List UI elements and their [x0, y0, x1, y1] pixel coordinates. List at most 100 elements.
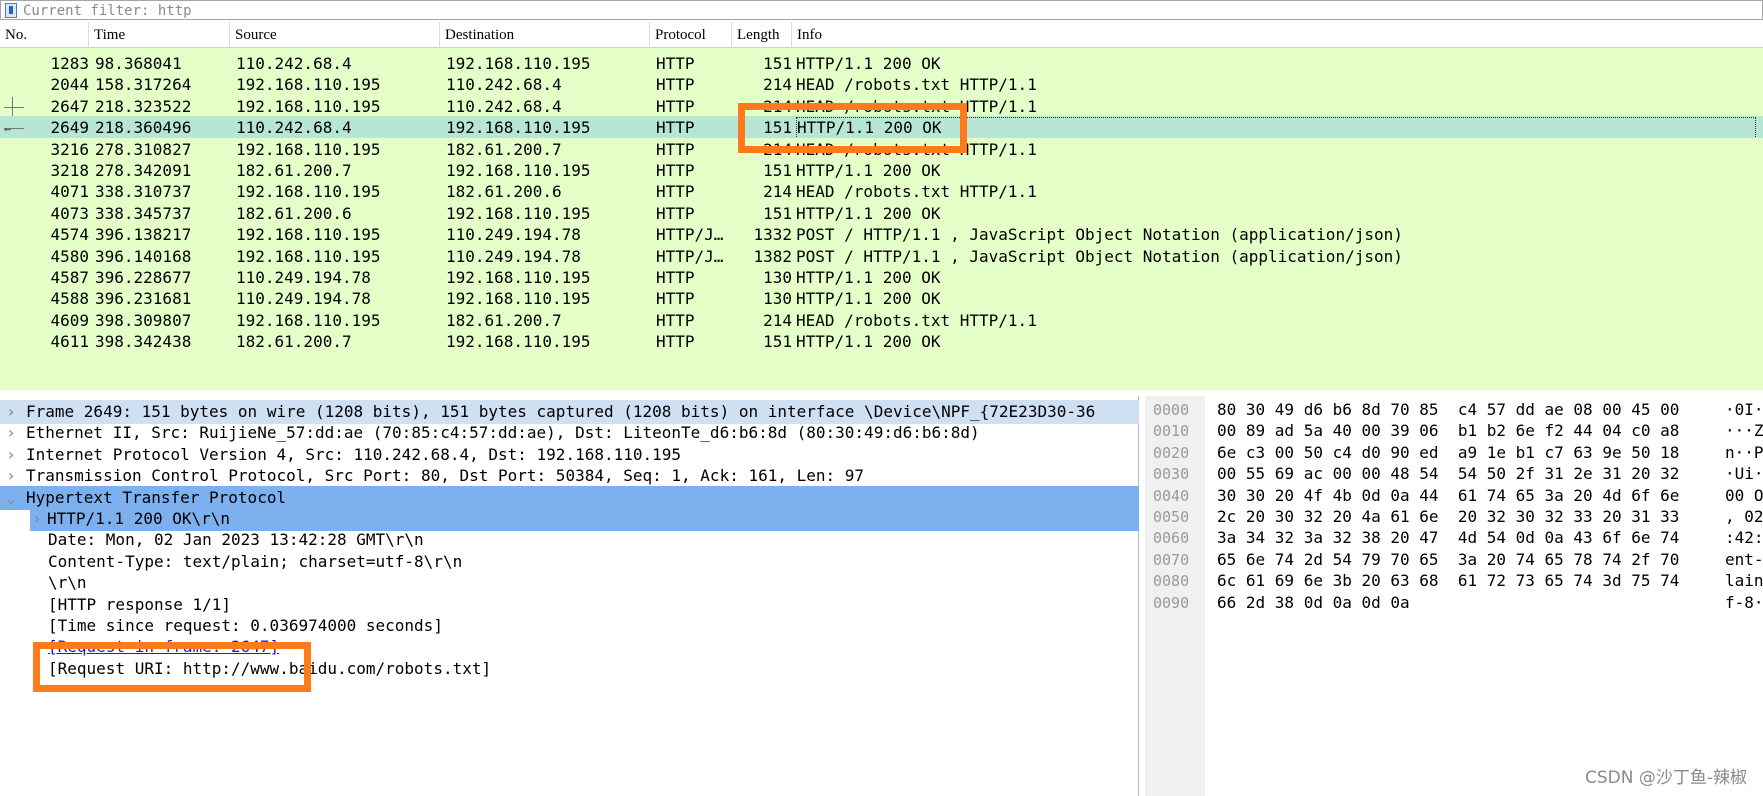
packet-row[interactable]: 4071 338.310737 192.168.110.195 182.61.200.… — [0, 180, 1763, 205]
bookmark-icon[interactable] — [5, 3, 17, 18]
detail-tree-item[interactable]: Content-Type: text/plain; charset=utf-8\… — [0, 550, 1139, 574]
packet-list-header: No. Time Source Destination Protocol Len… — [0, 22, 1763, 48]
hex-offset: 0080 — [1153, 572, 1190, 591]
cell-info: POST / HTTP/1.1 , JavaScript Object Nota… — [796, 225, 1403, 245]
hex-offset: 0000 — [1153, 401, 1190, 419]
expand-arrow-down-icon[interactable]: ⌄ — [4, 486, 18, 510]
hex-ascii: lain — [1725, 571, 1763, 591]
packet-row[interactable]: 4588 396.231681 110.249.194.78 192.168.110.… — [0, 287, 1763, 312]
expand-arrow-right-icon[interactable]: › — [4, 464, 18, 488]
hex-ascii: , 02 — [1725, 507, 1763, 526]
cell-destination: 192.168.110.195 — [446, 289, 591, 309]
expand-arrow-right-icon[interactable]: › — [4, 400, 18, 424]
cell-info: HEAD /robots.txt HTTP/1.1 — [796, 75, 1037, 95]
cell-destination: 110.249.194.78 — [446, 225, 581, 245]
packet-row[interactable]: 4574 396.138217 192.168.110.195 110.249.194… — [0, 223, 1763, 248]
hex-row[interactable]: 0000 80 30 49 d6 b6 8d 70 85 c4 57 dd ae … — [1145, 399, 1763, 421]
display-filter-bar[interactable] — [0, 0, 1763, 20]
hex-offset: 0020 — [1153, 443, 1190, 462]
detail-tree-item[interactable]: › Ethernet II, Src: RuijieNe_57:dd:ae (70… — [0, 421, 1139, 445]
hex-row[interactable]: 0060 3a 34 32 3a 32 38 20 47 4d 54 0d 0a … — [1145, 527, 1763, 549]
cell-time: 278.310827 — [95, 139, 192, 159]
hex-row[interactable]: 0090 66 2d 38 0d 0a 0d 0a f-8· — [1145, 592, 1763, 614]
hex-bytes: 00 55 69 ac 00 00 48 54 54 50 2f 31 2e 3… — [1217, 464, 1680, 484]
packet-row[interactable]: 4580 396.140168 192.168.110.195 110.249.194… — [0, 244, 1763, 269]
column-header-info[interactable]: Info — [792, 22, 1763, 48]
cell-destination: 192.168.110.195 — [446, 268, 591, 287]
detail-tree-item[interactable]: [HTTP response 1/1] — [0, 593, 1139, 617]
hex-row[interactable]: 0070 65 6e 74 2d 54 79 70 65 3a 20 74 65 … — [1145, 549, 1763, 571]
detail-text: Transmission Control Protocol, Src Port:… — [26, 466, 865, 486]
detail-text: Frame 2649: 151 bytes on wire (1208 bits… — [26, 402, 1096, 421]
detail-tree-item[interactable]: › HTTP/1.1 200 OK\r\n — [30, 507, 1139, 531]
column-header-length[interactable]: Length — [732, 22, 792, 48]
expand-arrow-right-icon[interactable]: › — [4, 421, 18, 445]
detail-text: Internet Protocol Version 4, Src: 110.24… — [26, 444, 682, 464]
detail-tree-item[interactable]: [Time since request: 0.036974000 seconds… — [0, 614, 1139, 638]
detail-tree-item[interactable]: › Internet Protocol Version 4, Src: 110.2… — [0, 443, 1139, 467]
cell-destination: 192.168.110.195 — [446, 118, 591, 138]
cell-info: HEAD /robots.txt HTTP/1.1 — [796, 310, 1037, 330]
cell-time: 396.228677 — [95, 268, 192, 287]
packet-row[interactable]: 4611 398.342438 182.61.200.7 192.168.110.19… — [0, 330, 1763, 355]
hex-ascii: n··P — [1725, 442, 1763, 462]
hex-offset: 0030 — [1153, 465, 1190, 484]
hex-row[interactable]: 0030 00 55 69 ac 00 00 48 54 54 50 2f 31 … — [1145, 463, 1763, 485]
hex-row[interactable]: 0010 00 89 ad 5a 40 00 39 06 b1 b2 6e f2 … — [1145, 420, 1763, 442]
packet-row[interactable]: 1283 98.368041 110.242.68.4 192.168.110.195… — [0, 52, 1763, 76]
hex-bytes: 30 30 20 4f 4b 0d 0a 44 61 74 65 3a 20 4… — [1217, 485, 1680, 505]
hex-bytes: 65 6e 74 2d 54 79 70 65 3a 20 74 65 78 7… — [1217, 549, 1680, 569]
related-response-marker-icon: ← — [2, 116, 24, 140]
detail-tree-item[interactable]: › Transmission Control Protocol, Src Port… — [0, 464, 1139, 488]
cell-protocol: HTTP — [656, 161, 695, 180]
cell-no: 4587 — [50, 268, 89, 287]
column-header-no[interactable]: No. — [0, 22, 89, 48]
column-header-source[interactable]: Source — [230, 22, 440, 48]
cell-time: 158.317264 — [95, 75, 192, 95]
cell-time: 338.345737 — [95, 203, 192, 223]
display-filter-input[interactable] — [23, 2, 1723, 19]
hex-row[interactable]: 0080 6c 61 69 6e 3b 20 63 68 61 72 73 65 … — [1145, 570, 1763, 592]
detail-text: [Time since request: 0.036974000 seconds… — [48, 616, 443, 635]
detail-text: Hypertext Transfer Protocol — [26, 487, 287, 507]
hex-bytes: 3a 34 32 3a 32 38 20 47 4d 54 0d 0a 43 6… — [1217, 528, 1680, 548]
cell-protocol: HTTP/J… — [656, 225, 724, 245]
cell-no: 2044 — [50, 75, 89, 95]
cell-time: 396.138217 — [95, 225, 192, 245]
packet-row[interactable]: 4073 338.345737 182.61.200.6 192.168.110.19… — [0, 201, 1763, 226]
hex-ascii: f-8· — [1725, 592, 1763, 612]
detail-tree-item[interactable]: ⌄ Hypertext Transfer Protocol — [0, 485, 1139, 510]
hex-row[interactable]: 0040 30 30 20 4f 4b 0d 0a 44 61 74 65 3a … — [1145, 485, 1763, 507]
hex-ascii: :42: — [1725, 528, 1763, 548]
expand-arrow-right-icon[interactable]: › — [30, 507, 44, 531]
cell-protocol: HTTP — [656, 54, 695, 73]
detail-tree-item[interactable]: \r\n — [0, 571, 1139, 595]
hex-row[interactable]: 0050 2c 20 30 32 20 4a 61 6e 20 32 30 32 … — [1145, 506, 1763, 528]
cell-length: 214 — [763, 310, 792, 330]
cell-info: HTTP/1.1 200 OK — [796, 332, 941, 352]
packet-row[interactable]: 4609 398.309807 192.168.110.195 182.61.200.… — [0, 308, 1763, 333]
detail-tree-item[interactable]: › Frame 2649: 151 bytes on wire (1208 bit… — [0, 400, 1139, 424]
hex-bytes: 80 30 49 d6 b6 8d 70 85 c4 57 dd ae 08 0… — [1217, 400, 1680, 419]
cell-info: HTTP/1.1 200 OK — [796, 161, 941, 180]
cell-source: 192.168.110.195 — [236, 96, 381, 116]
packet-row[interactable]: 4587 396.228677 110.249.194.78 192.168.110.… — [0, 266, 1763, 290]
column-header-time[interactable]: Time — [89, 22, 230, 48]
expand-arrow-right-icon[interactable]: › — [4, 443, 18, 467]
annotation-box-length-info — [738, 103, 967, 153]
cell-protocol: HTTP — [656, 289, 695, 309]
hex-bytes: 66 2d 38 0d 0a 0d 0a — [1217, 592, 1410, 612]
cell-source: 110.249.194.78 — [236, 289, 371, 309]
cell-length: 1332 — [753, 225, 792, 245]
detail-tree-item[interactable]: Date: Mon, 02 Jan 2023 13:42:28 GMT\r\n — [0, 528, 1139, 552]
hex-row[interactable]: 0020 6e c3 00 50 c4 d0 90 ed a9 1e b1 c7 … — [1145, 442, 1763, 464]
cell-destination: 192.168.110.195 — [446, 161, 591, 180]
cell-time: 396.140168 — [95, 246, 192, 266]
column-header-destination[interactable]: Destination — [440, 22, 650, 48]
cell-protocol: HTTP — [656, 96, 695, 116]
cell-info: HTTP/1.1 200 OK — [796, 203, 941, 223]
cell-protocol: HTTP — [656, 332, 695, 352]
packet-row[interactable]: 2044 158.317264 192.168.110.195 110.242.68.… — [0, 73, 1763, 98]
column-header-protocol[interactable]: Protocol — [650, 22, 732, 48]
packet-row[interactable]: 3218 278.342091 182.61.200.7 192.168.110.19… — [0, 159, 1763, 183]
